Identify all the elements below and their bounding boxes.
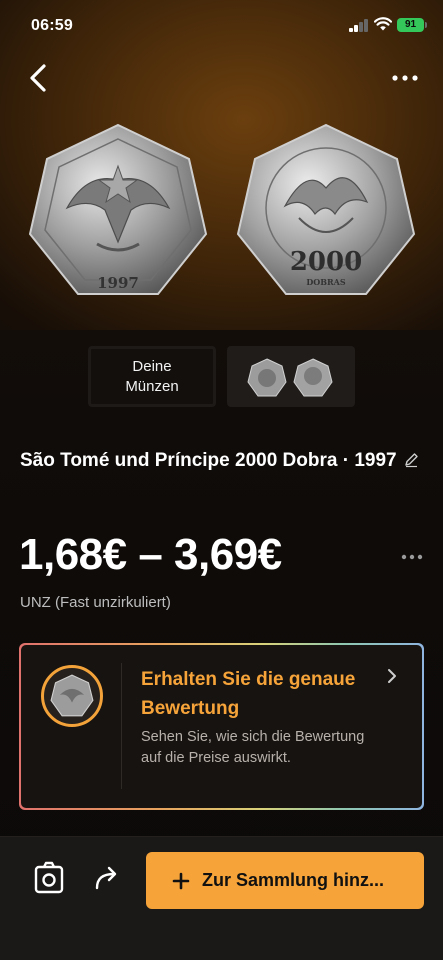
coin-obverse-thumb [247, 358, 287, 397]
coin-avatar [41, 665, 103, 727]
coin-obverse-image: 1997 [28, 123, 208, 295]
more-icon[interactable] [400, 550, 424, 564]
grade-label: UNZ (Fast unzirkuliert) [20, 594, 171, 611]
valuation-card-title: Erhalten Sie die genaue Bewertung [141, 669, 356, 719]
card-divider [121, 663, 122, 789]
cellular-signal-icon [349, 19, 369, 32]
coin-title-text: São Tomé und Príncipe 2000 Dobra · 1997 [20, 450, 397, 471]
battery-indicator: 91 [397, 18, 427, 32]
camera-icon[interactable] [33, 861, 65, 895]
chevron-right-icon[interactable] [385, 667, 399, 685]
coin-avatar-image [50, 674, 94, 717]
valuation-card-text: Sehen Sie, wie sich die Bewertung auf di… [141, 729, 365, 766]
coin-title: São Tomé und Príncipe 2000 Dobra · 1997 [20, 447, 420, 475]
price-range: 1,68€ – 3,69€ [19, 530, 282, 579]
more-icon[interactable] [390, 70, 420, 86]
your-coins-thumbnail[interactable]: Deine Münzen [88, 346, 216, 407]
wifi-icon [374, 17, 392, 31]
add-to-collection-label: Zur Sammlung hinz... [202, 870, 385, 890]
coin-year-text: 1997 [97, 274, 139, 292]
valuation-card[interactable]: Erhalten Sie die genaue Bewertung Sehen … [19, 643, 424, 810]
status-time: 06:59 [31, 17, 73, 34]
edit-icon[interactable] [403, 451, 420, 468]
coin-reverse-image: 2000 DOBRAS [236, 123, 416, 295]
coin-images-thumbnail[interactable] [227, 346, 355, 407]
coin-reverse-thumb [293, 358, 333, 397]
your-coins-label: Deine Münzen [125, 357, 179, 395]
coin-value-text: 2000 [290, 247, 362, 277]
plus-icon [172, 872, 190, 889]
chevron-left-icon[interactable] [24, 62, 54, 94]
coin-unit-text: DOBRAS [306, 277, 346, 287]
add-to-collection-button[interactable]: Zur Sammlung hinz... [146, 852, 424, 909]
bottom-action-bar: Zur Sammlung hinz... [0, 836, 443, 960]
share-icon[interactable] [92, 863, 122, 893]
status-bar: 06:59 91 [0, 0, 443, 50]
